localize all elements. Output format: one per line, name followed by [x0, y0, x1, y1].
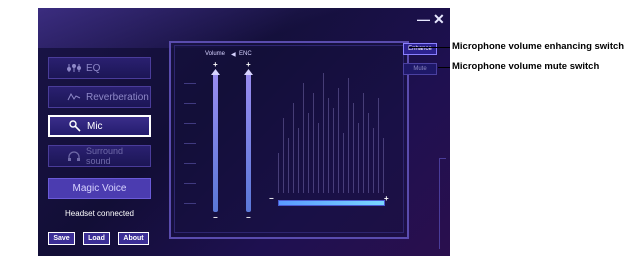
sidebar-item-eq[interactable]: EQ [48, 57, 151, 79]
spectrum-bar [303, 83, 304, 193]
spectrum-bar [328, 98, 329, 193]
spectrum-bar [348, 78, 349, 193]
spectrum-bar [313, 93, 314, 193]
sidebar-item-label: EQ [86, 62, 101, 74]
spectrum-bar [373, 128, 374, 193]
scale-tick [184, 163, 196, 164]
close-button[interactable]: ✕ [433, 11, 445, 28]
speaker-icon: ◀ [231, 52, 236, 58]
spectrum-bar [288, 138, 289, 193]
enc-label: ENC [239, 51, 252, 57]
sidebar-item-surround-sound[interactable]: Surround sound [48, 145, 151, 167]
microphone-icon [67, 120, 83, 132]
reverb-wave-icon [66, 91, 82, 103]
spectrum-bar [318, 123, 319, 193]
monitor-level-slider[interactable] [278, 200, 385, 206]
scale-tick [184, 203, 196, 204]
spectrum-bar [353, 103, 354, 193]
save-button[interactable]: Save [48, 232, 75, 245]
spectrum-bar [343, 133, 344, 193]
headset-icon [66, 150, 82, 162]
scale-tick [184, 83, 196, 84]
spectrum-bar [333, 108, 334, 193]
spectrum-bar [283, 118, 284, 193]
volume-label: Volume [205, 51, 226, 57]
volume-minus-label: − [213, 213, 218, 222]
enc-plus-label: + [246, 60, 251, 69]
volume-slider[interactable] [213, 72, 218, 212]
volume-slider-thumb[interactable] [211, 69, 220, 76]
sidebar-item-label: Reverberation [86, 91, 149, 103]
mute-button[interactable]: Mute [403, 63, 437, 75]
sidebar-item-reverberation[interactable]: Reverberation [48, 86, 151, 108]
minimize-button[interactable]: — [417, 12, 430, 27]
sidebar-item-mic[interactable]: Mic [48, 115, 151, 137]
spectrum-bar [358, 123, 359, 193]
enhance-callout: Microphone volume enhancing switch [452, 41, 625, 52]
mute-callout: Microphone volume mute switch [452, 61, 600, 72]
decorative-edge [439, 158, 446, 249]
monitor-plus-label: + [384, 194, 389, 203]
scale-tick [184, 143, 196, 144]
sidebar-item-label: Surround sound [85, 146, 124, 166]
spectrum-bar [338, 88, 339, 193]
about-button[interactable]: About [118, 232, 149, 245]
scale-tick [184, 123, 196, 124]
connection-status: Headset connected [65, 209, 134, 218]
spectrum-bar [298, 128, 299, 193]
spectrum-bar [323, 73, 324, 193]
enc-slider-thumb[interactable] [244, 69, 253, 76]
spectrum-bar [308, 113, 309, 193]
spectrum-bar [383, 138, 384, 193]
eq-sliders-icon [66, 62, 82, 74]
magic-voice-button[interactable]: Magic Voice [48, 178, 151, 199]
app-window: — ✕ EQ Reverberation Mic Surround sound … [38, 8, 450, 256]
monitor-minus-label: − [269, 194, 274, 203]
enc-minus-label: − [246, 213, 251, 222]
volume-plus-label: + [213, 60, 218, 69]
spectrum-bar [293, 103, 294, 193]
spectrum-bar [368, 113, 369, 193]
mute-callout-line [438, 67, 450, 68]
spectrum-bar [378, 98, 379, 193]
enc-slider[interactable] [246, 72, 251, 212]
scale-tick [184, 103, 196, 104]
sidebar-item-label: Mic [87, 120, 103, 132]
enhance-button[interactable]: Enhance [403, 43, 437, 55]
load-button[interactable]: Load [83, 232, 110, 245]
scale-tick [184, 183, 196, 184]
spectrum-bar [363, 93, 364, 193]
enhance-callout-line [409, 47, 450, 48]
spectrum-bar [278, 153, 279, 193]
